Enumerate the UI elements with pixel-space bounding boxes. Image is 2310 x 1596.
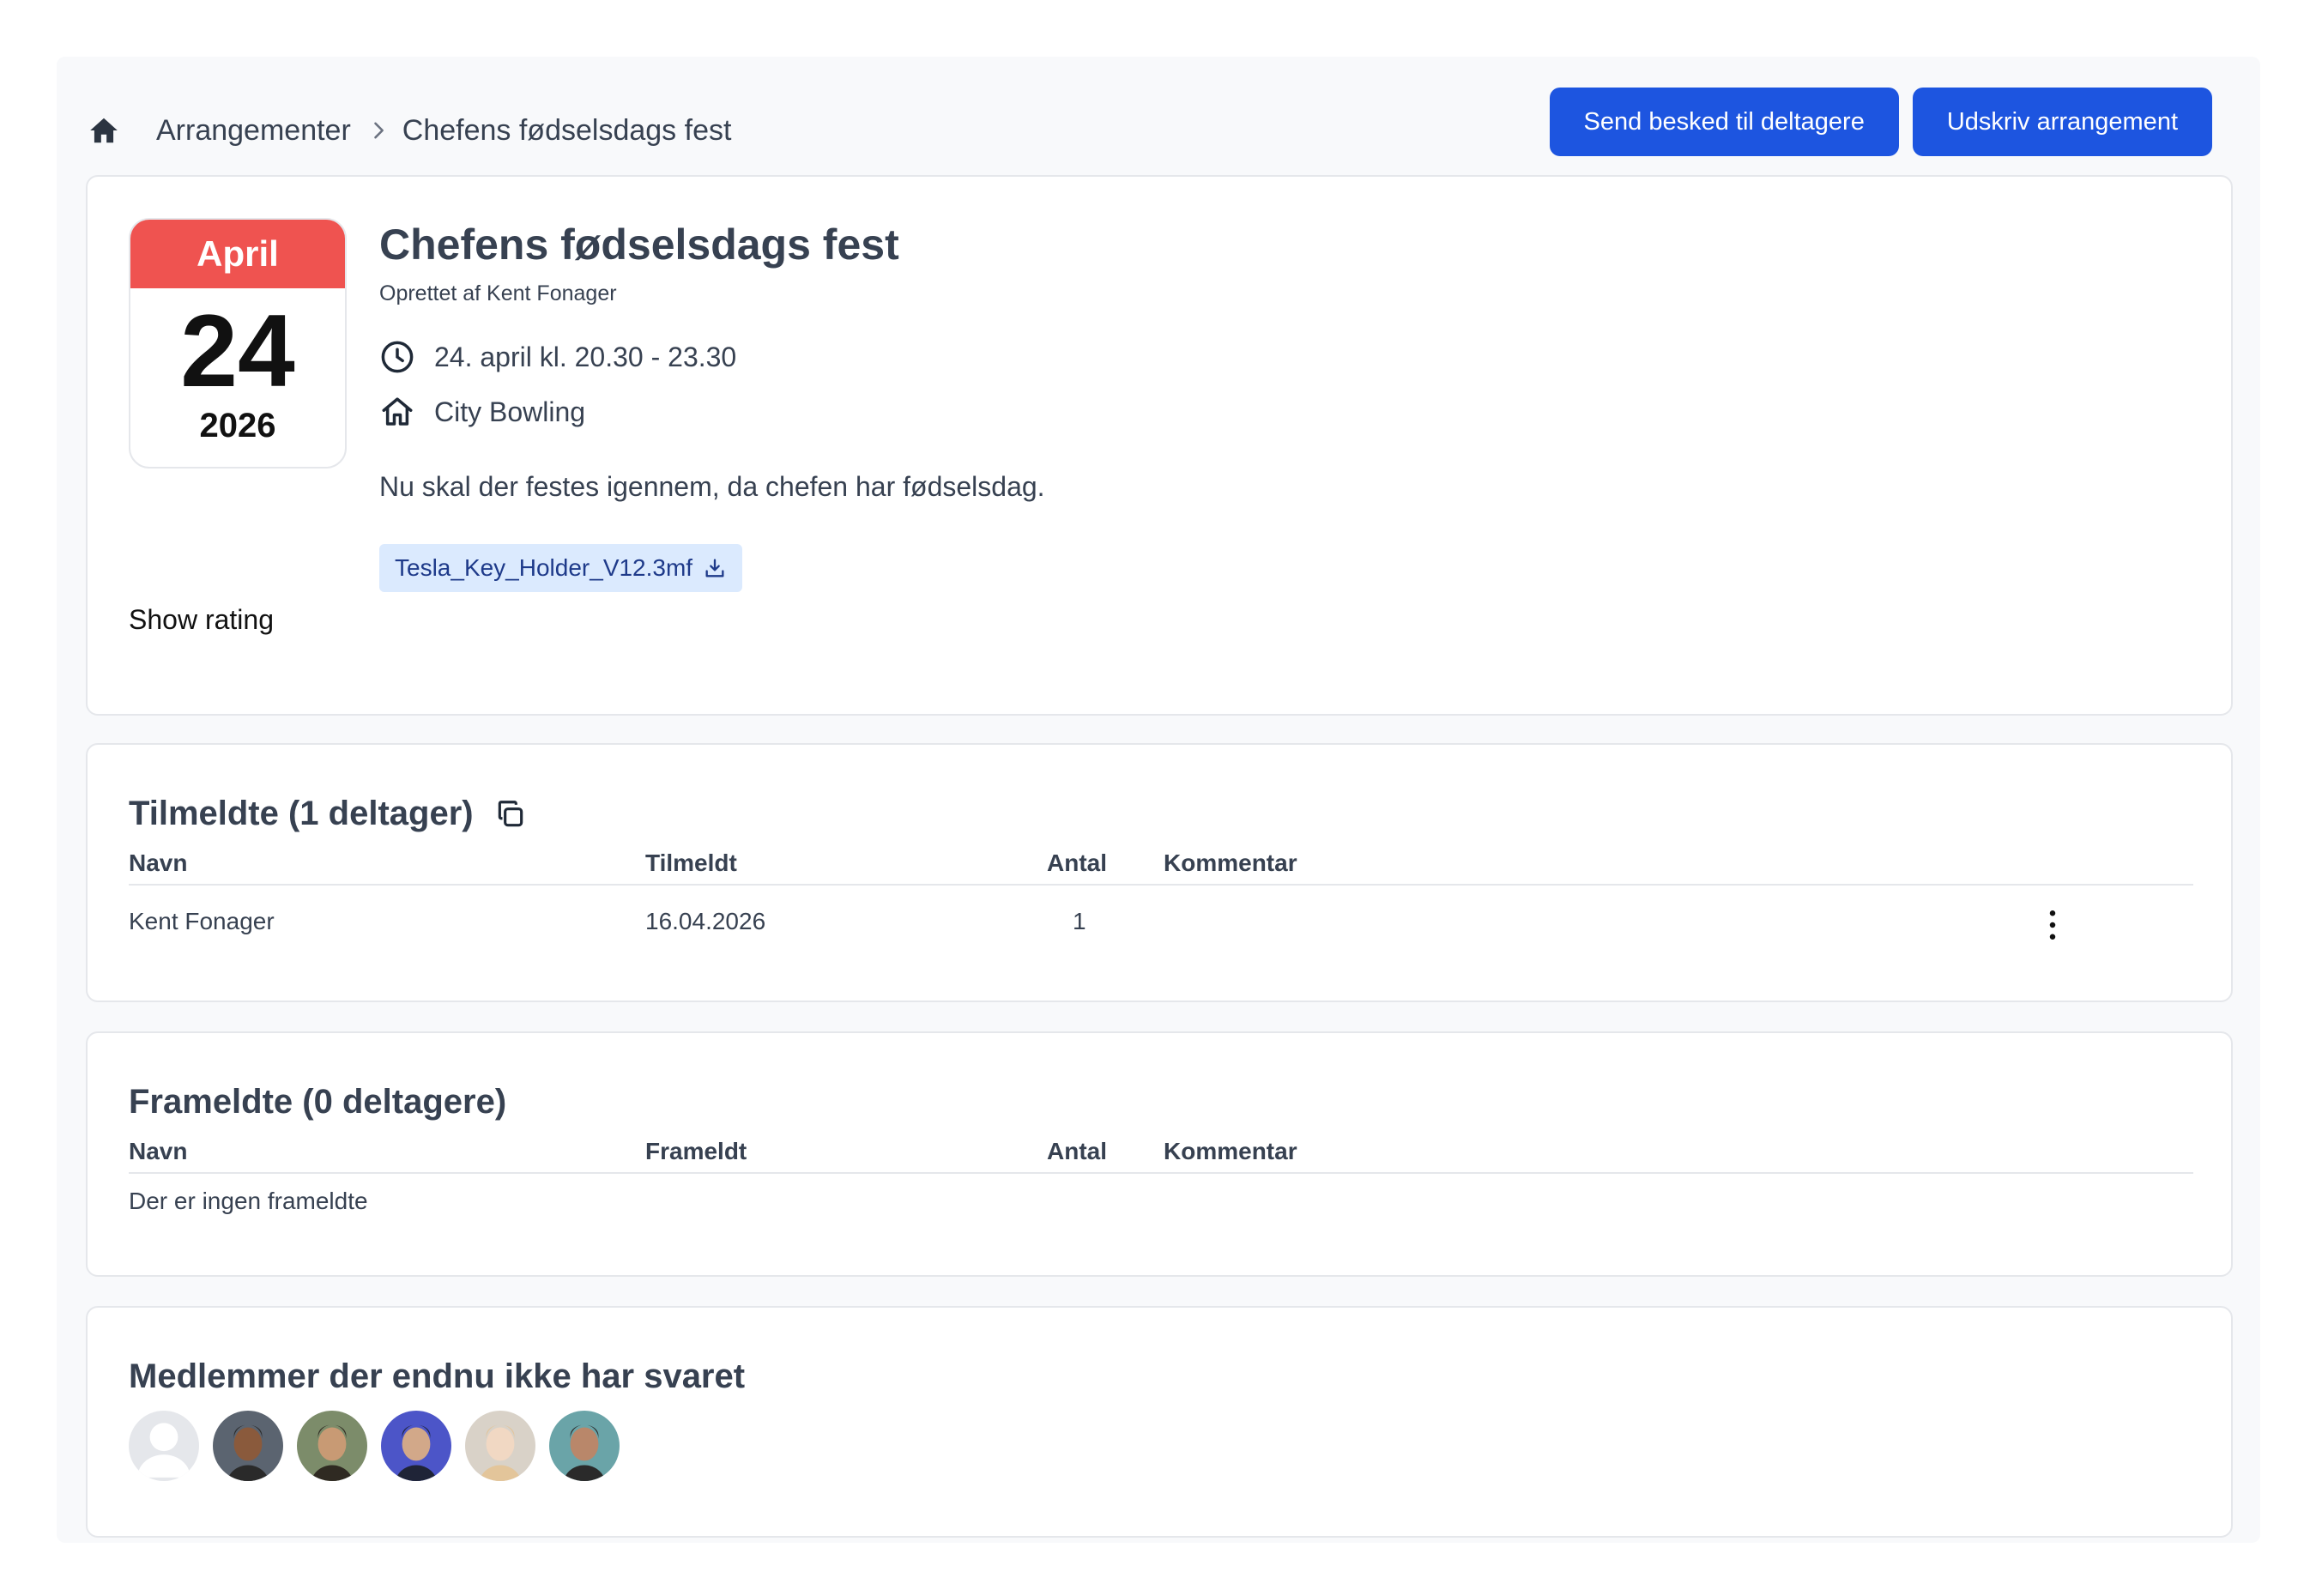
column-header-registered: Tilmeldt <box>645 849 737 876</box>
avatar[interactable] <box>129 1411 199 1481</box>
registered-card: Tilmeldte (1 deltager) Navn Tilmeldt Ant… <box>86 743 2233 1002</box>
avatar-image <box>563 1424 606 1481</box>
chevron-right-icon <box>366 118 390 142</box>
more-options-icon[interactable] <box>2042 908 2063 942</box>
avatar-image <box>479 1424 522 1481</box>
event-description: Nu skal der festes igennem, da chefen ha… <box>379 471 1045 502</box>
clock-icon <box>379 339 415 375</box>
page: Arrangementer Chefens fødselsdags fest S… <box>57 57 2260 1543</box>
event-info: Chefens fødselsdags fest Oprettet af Ken… <box>379 220 1045 592</box>
table-row: Kent Fonager 16.04.2026 1 <box>129 908 2193 942</box>
event-title: Chefens fødselsdags fest <box>379 221 899 269</box>
cancelled-card: Frameldte (0 deltagere) Navn Frameldt An… <box>86 1031 2233 1277</box>
copy-icon[interactable] <box>494 798 527 831</box>
avatar[interactable] <box>297 1411 367 1481</box>
registered-title-row: Tilmeldte (1 deltager) <box>129 795 527 833</box>
breadcrumb: Arrangementer Chefens fødselsdags fest <box>88 105 731 156</box>
home-icon[interactable] <box>88 114 120 147</box>
participant-date: 16.04.2026 <box>645 908 766 934</box>
column-header-count: Antal <box>1047 1138 1107 1164</box>
show-rating-link[interactable]: Show rating <box>129 604 274 636</box>
calendar-month: April <box>130 220 345 288</box>
registered-title: Tilmeldte (1 deltager) <box>129 795 474 832</box>
calendar-year: 2026 <box>199 407 276 444</box>
house-icon <box>379 394 415 430</box>
column-header-cancelled: Frameldt <box>645 1138 747 1164</box>
column-header-comment: Kommentar <box>1164 849 1297 876</box>
avatar-image <box>227 1424 269 1481</box>
avatar-list <box>129 1411 620 1481</box>
column-header-name: Navn <box>129 849 188 876</box>
avatar[interactable] <box>549 1411 620 1481</box>
event-creator: Oprettet af Kent Fonager <box>379 281 617 305</box>
column-header-count: Antal <box>1047 849 1107 876</box>
avatar-image <box>311 1424 354 1481</box>
download-icon <box>703 556 727 580</box>
top-bar: Arrangementer Chefens fødselsdags fest S… <box>57 57 2260 177</box>
send-message-button[interactable]: Send besked til deltagere <box>1549 88 1899 156</box>
header-actions: Send besked til deltagere Udskriv arrang… <box>1549 88 2212 156</box>
registered-table-header: Navn Tilmeldt Antal Kommentar <box>129 849 2193 886</box>
avatar[interactable] <box>465 1411 535 1481</box>
breadcrumb-link-events[interactable]: Arrangementer <box>156 114 351 148</box>
avatar[interactable] <box>213 1411 283 1481</box>
event-time: 24. april kl. 20.30 - 23.30 <box>434 341 737 372</box>
event-card: April 24 2026 Chefens fødselsdags fest O… <box>86 175 2233 716</box>
participant-name: Kent Fonager <box>129 908 275 934</box>
pending-members-title: Medlemmer der endnu ikke har svaret <box>129 1357 746 1395</box>
avatar-image <box>137 1423 190 1478</box>
event-location: City Bowling <box>434 396 586 427</box>
avatar[interactable] <box>381 1411 451 1481</box>
column-header-name: Navn <box>129 1138 188 1164</box>
cancelled-empty-message: Der er ingen frameldte <box>129 1188 368 1214</box>
event-time-row: 24. april kl. 20.30 - 23.30 <box>379 339 1045 375</box>
print-event-button[interactable]: Udskriv arrangement <box>1912 88 2212 156</box>
avatar-image <box>395 1424 438 1481</box>
breadcrumb-current: Chefens fødselsdags fest <box>402 113 732 147</box>
calendar-badge: April 24 2026 <box>129 218 347 469</box>
event-location-row: City Bowling <box>379 394 1045 430</box>
attachment-download-link[interactable]: Tesla_Key_Holder_V12.3mf <box>379 544 743 592</box>
calendar-day: 24 <box>180 293 295 408</box>
cancelled-table-header: Navn Frameldt Antal Kommentar <box>129 1138 2193 1174</box>
attachment-filename: Tesla_Key_Holder_V12.3mf <box>395 554 693 581</box>
pending-members-card: Medlemmer der endnu ikke har svaret <box>86 1306 2233 1538</box>
column-header-comment: Kommentar <box>1164 1138 1297 1164</box>
cancelled-title: Frameldte (0 deltagere) <box>129 1083 507 1121</box>
participant-count: 1 <box>1073 908 1086 934</box>
